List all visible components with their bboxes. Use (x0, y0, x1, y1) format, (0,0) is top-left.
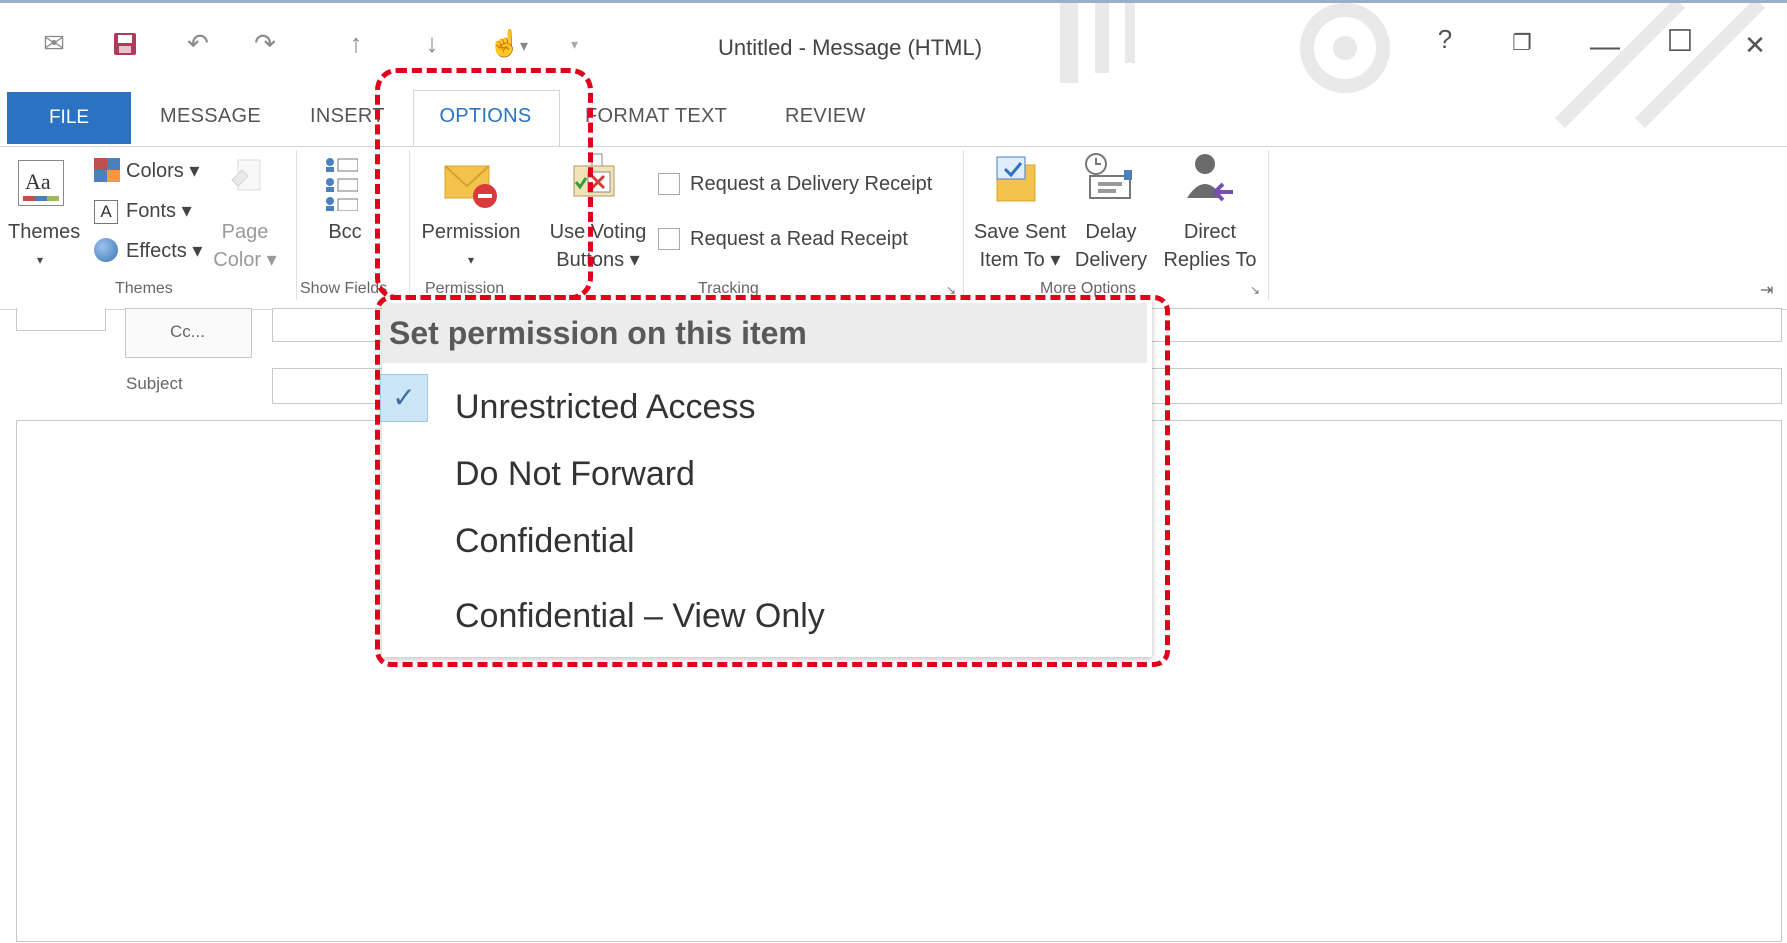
close-icon[interactable]: ✕ (1730, 30, 1780, 61)
themes-dropdown-arrow[interactable]: ▾ (8, 246, 72, 274)
effects-button[interactable]: Effects ▾ (126, 237, 202, 265)
effects-icon (94, 238, 118, 262)
highlight-options-permission (375, 68, 593, 300)
group-label-show-fields: Show Fields (300, 280, 388, 297)
group-label-themes: Themes (115, 280, 173, 297)
cc-label: Cc... (170, 322, 205, 341)
maximize-icon[interactable]: ☐ (1655, 24, 1705, 59)
read-receipt-checkbox[interactable] (658, 228, 680, 250)
tab-review[interactable]: REVIEW (785, 105, 866, 128)
pin-ribbon-icon[interactable]: ⇥ (1760, 280, 1773, 300)
themes-icon[interactable]: Aa (18, 160, 64, 206)
read-receipt-label[interactable]: Request a Read Receipt (690, 225, 908, 253)
tab-file[interactable]: FILE (7, 92, 131, 144)
touch-mode-icon[interactable]: ☝ (485, 28, 525, 59)
more-options-dialog-launcher-icon[interactable]: ↘ (1250, 283, 1260, 297)
move-up-icon[interactable]: ↑ (336, 28, 376, 59)
page-color-label-1: Page (221, 221, 269, 243)
send-button-area[interactable] (16, 308, 106, 331)
envelope-icon[interactable]: ✉ (34, 28, 74, 59)
group-separator (1268, 150, 1269, 300)
colors-icon (94, 158, 120, 182)
window-title: Untitled - Message (HTML) (717, 35, 983, 60)
subject-label: Subject (126, 374, 183, 393)
tab-message[interactable]: MESSAGE (160, 105, 261, 128)
group-separator (963, 150, 964, 300)
direct-replies-label-2[interactable]: Replies To (1155, 246, 1265, 274)
svg-text:Aa: Aa (25, 169, 51, 194)
save-sent-item-icon[interactable] (993, 155, 1039, 205)
page-color-label-2: Color ▾ (213, 249, 277, 271)
fonts-button[interactable]: Fonts ▾ (126, 197, 192, 225)
highlight-permission-menu (375, 295, 1170, 667)
colors-button[interactable]: Colors ▾ (126, 157, 199, 185)
save-icon[interactable] (113, 32, 137, 61)
group-separator (296, 150, 297, 300)
fonts-icon: A (94, 200, 118, 224)
redo-icon[interactable]: ↷ (245, 28, 285, 59)
customize-qat-icon[interactable]: ▾ (571, 36, 578, 53)
ribbon-display-options-icon[interactable]: ❐ (1497, 30, 1547, 56)
delivery-receipt-label[interactable]: Request a Delivery Receipt (690, 170, 932, 198)
help-icon[interactable]: ? (1420, 24, 1470, 55)
delay-delivery-label-1[interactable]: Delay (1074, 218, 1148, 246)
delay-delivery-label-2[interactable]: Delivery (1068, 246, 1154, 274)
save-sent-label-1[interactable]: Save Sent (965, 218, 1075, 246)
themes-label[interactable]: Themes (8, 218, 80, 246)
tab-format-text[interactable]: FORMAT TEXT (585, 105, 727, 128)
direct-replies-label-1[interactable]: Direct (1170, 218, 1250, 246)
delivery-receipt-checkbox[interactable] (658, 173, 680, 195)
direct-replies-icon[interactable] (1183, 152, 1235, 208)
minimize-icon[interactable]: — (1580, 30, 1630, 64)
save-sent-label-2[interactable]: Item To ▾ (965, 246, 1075, 274)
undo-icon[interactable]: ↶ (178, 28, 218, 59)
delay-delivery-icon[interactable] (1082, 152, 1136, 204)
move-down-icon[interactable]: ↓ (412, 28, 452, 59)
bcc-label[interactable]: Bcc (320, 218, 370, 246)
bcc-icon[interactable] (322, 155, 359, 212)
touch-mode-arrow-icon[interactable]: ▾ (520, 36, 528, 56)
tab-insert[interactable]: INSERT (310, 105, 385, 128)
page-color-icon (228, 158, 262, 198)
